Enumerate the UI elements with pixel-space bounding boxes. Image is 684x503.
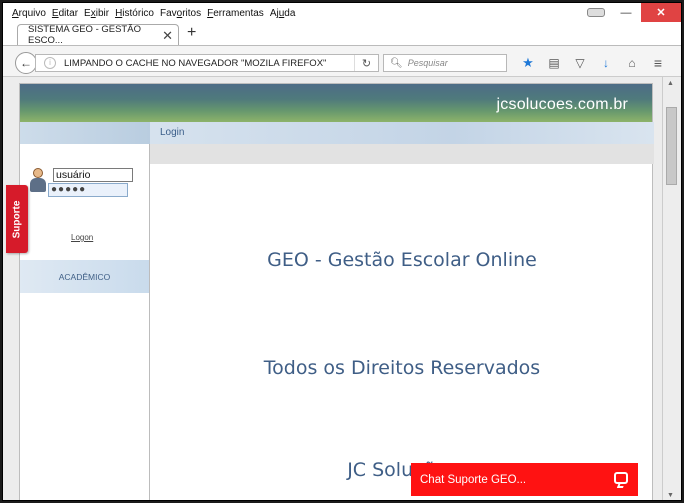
sidebar-header bbox=[20, 122, 150, 144]
pocket-icon[interactable]: ▽ bbox=[567, 54, 593, 72]
menu-item-5[interactable]: Ferramentas bbox=[207, 8, 264, 19]
page-viewport: jcsolucoes.com.br Login usuário ●●●●● Lo… bbox=[3, 77, 662, 500]
chat-support-button[interactable]: Chat Suporte GEO... bbox=[411, 463, 638, 496]
sidebar-item-academico[interactable]: ACADÊMICO bbox=[20, 260, 149, 293]
rights-text: Todos os Direitos Reservados bbox=[263, 357, 541, 379]
scroll-thumb[interactable] bbox=[666, 107, 677, 185]
window-controls: — ✕ bbox=[581, 3, 681, 23]
minimize-button[interactable]: — bbox=[611, 3, 641, 22]
search-input[interactable]: 🔍︎ Pesquisar bbox=[383, 54, 507, 72]
sidebar-item-label: ACADÊMICO bbox=[58, 271, 111, 282]
hamburger-menu-icon[interactable]: ≡ bbox=[645, 54, 671, 72]
site-banner: jcsolucoes.com.br bbox=[20, 84, 652, 122]
home-icon[interactable]: ⌂ bbox=[619, 54, 645, 72]
heading-geo: GEO - Gestão Escolar Online bbox=[267, 249, 537, 271]
content-header: Login bbox=[150, 122, 654, 144]
back-arrow-icon[interactable]: ← bbox=[15, 52, 37, 74]
menu-item-1[interactable]: Editar bbox=[52, 8, 78, 19]
scroll-down-arrow-icon[interactable]: ▼ bbox=[667, 492, 674, 499]
chat-bubble-icon bbox=[614, 472, 628, 484]
menu-item-6[interactable]: Ajuda bbox=[270, 8, 296, 19]
sidebar: usuário ●●●●● Logon ACADÊMICO bbox=[20, 144, 150, 500]
reload-icon[interactable]: ↻ bbox=[354, 55, 378, 71]
url-text: LIMPANDO O CACHE NO NAVEGADOR "MOZILA FI… bbox=[64, 57, 327, 69]
restore-button[interactable] bbox=[581, 3, 611, 22]
menu-bar: Arquivo Editar Exibir Histórico Favoritos Fer… bbox=[3, 3, 681, 23]
navigation-bar: ← i LIMPANDO O CACHE NO NAVEGADOR "MOZIL… bbox=[3, 45, 681, 77]
chat-label: Chat Suporte GEO... bbox=[420, 473, 527, 486]
url-bar[interactable]: i LIMPANDO O CACHE NO NAVEGADOR "MOZILA … bbox=[35, 54, 379, 72]
download-arrow-icon[interactable]: ↓ bbox=[593, 54, 619, 72]
search-placeholder: Pesquisar bbox=[407, 58, 448, 68]
menu-item-3[interactable]: Histórico bbox=[115, 8, 154, 19]
bookmark-star-icon[interactable]: ★ bbox=[515, 54, 541, 72]
web-page: jcsolucoes.com.br Login usuário ●●●●● Lo… bbox=[19, 83, 654, 500]
toolbar-icons: ★ ▤ ▽ ↓ ⌂ ≡ bbox=[515, 54, 671, 72]
menu-item-0[interactable]: Arquivo bbox=[12, 8, 46, 19]
user-avatar-icon bbox=[28, 167, 48, 193]
content-toolbar-strip bbox=[150, 144, 654, 164]
info-icon[interactable]: i bbox=[44, 57, 56, 69]
reading-list-icon[interactable]: ▤ bbox=[541, 54, 567, 72]
logon-link[interactable]: Logon bbox=[71, 233, 93, 242]
close-window-button[interactable]: ✕ bbox=[641, 3, 681, 22]
browser-window: Arquivo Editar Exibir Histórico Favoritos Fer… bbox=[2, 2, 682, 501]
vertical-scrollbar[interactable]: ▲ ▼ bbox=[662, 77, 681, 500]
tab-sistema-geo[interactable]: SISTEMA GEO - GESTÃO ESCO... ✕ bbox=[17, 24, 179, 46]
menu-item-2[interactable]: Exibir bbox=[84, 8, 109, 19]
new-tab-button[interactable]: + bbox=[187, 24, 196, 42]
close-tab-icon[interactable]: ✕ bbox=[162, 28, 173, 44]
username-field[interactable]: usuário bbox=[53, 168, 133, 182]
scroll-up-arrow-icon[interactable]: ▲ bbox=[667, 80, 674, 87]
login-breadcrumb: Login bbox=[160, 127, 185, 138]
menu-item-4[interactable]: Favoritos bbox=[160, 8, 201, 19]
site-domain: jcsolucoes.com.br bbox=[496, 96, 628, 113]
tab-title: SISTEMA GEO - GESTÃO ESCO... bbox=[28, 24, 141, 46]
suporte-label: Suporte bbox=[11, 200, 23, 238]
tab-strip: SISTEMA GEO - GESTÃO ESCO... ✕ + bbox=[3, 23, 681, 46]
search-icon: 🔍︎ bbox=[390, 57, 403, 69]
suporte-side-tab[interactable]: Suporte bbox=[6, 185, 28, 253]
password-field[interactable]: ●●●●● bbox=[48, 183, 128, 197]
